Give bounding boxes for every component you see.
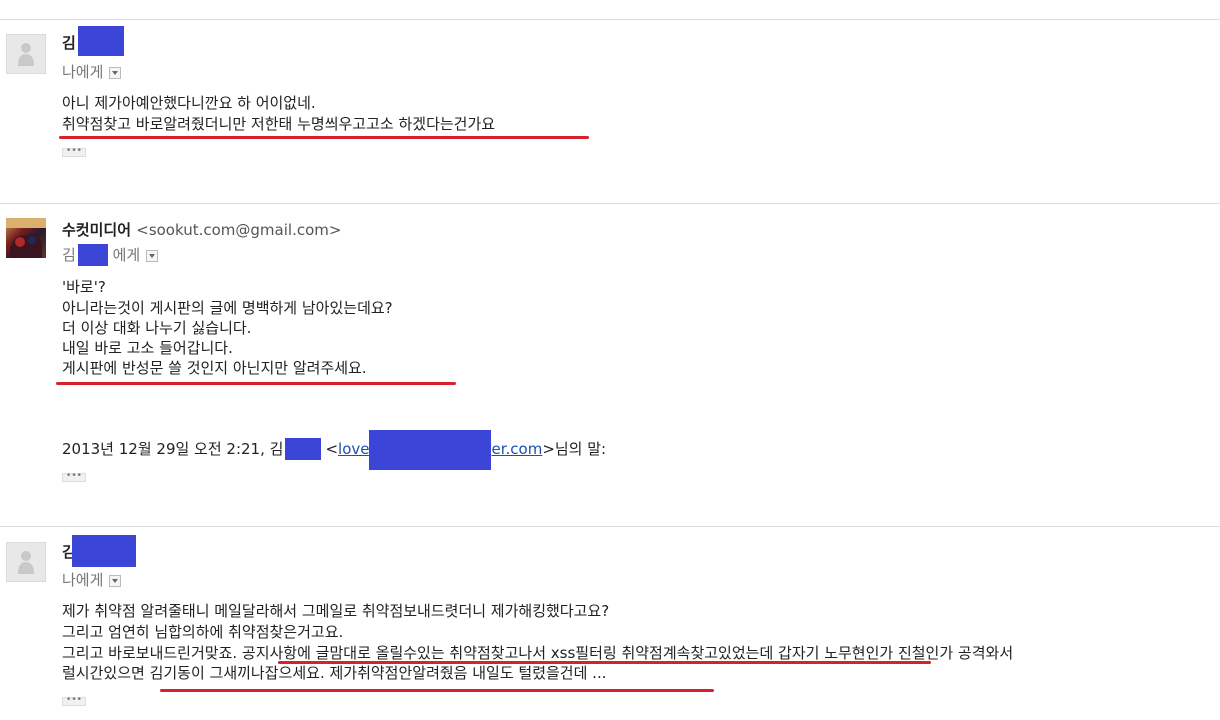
message-body-line: 취약점찾고 바로알려줬더니만 저한태 누명씌우고고소 하겠다는건가요: [62, 115, 496, 133]
red-underline-annotation: [278, 661, 931, 664]
sender-email: <sookut.com@gmail.com>: [136, 221, 342, 239]
avatar-image-icon: [6, 218, 46, 258]
message-body-line: 그리고 바로보내드린거맞죠. 공지사항에 글맘대로 올릴수있는 취약점찾고나서 …: [62, 644, 1014, 662]
message-divider: [0, 203, 1220, 204]
message-body-line: 럴시간있으면 김기동이 그새끼나잡으세요. 제가취약점안알려줬음 내일도 털렸을…: [62, 664, 607, 682]
default-avatar[interactable]: [6, 542, 46, 582]
recipient-text: 나에게: [62, 63, 104, 81]
redaction-box: [77, 26, 124, 56]
message-body-line: 제가 취약점 알려줄태니 메일달라해서 그메일로 취약점보내드렷더니 제가해킹했…: [62, 602, 610, 620]
sender-name[interactable]: 김: [62, 535, 136, 567]
message-body-line: 게시판에 반성문 쓸 것인지 아닌지만 알려주세요.: [62, 359, 367, 377]
details-dropdown-icon[interactable]: [109, 574, 122, 587]
message-body-line: 아니 제가아예안했다니깐요 하 어이없네.: [62, 94, 316, 112]
details-dropdown-icon[interactable]: [109, 66, 122, 79]
show-trimmed-content-button[interactable]: •••: [62, 696, 86, 706]
redaction-box: [285, 438, 322, 460]
person-icon: [18, 551, 34, 574]
default-avatar[interactable]: [6, 34, 46, 74]
red-underline-annotation: [56, 382, 456, 385]
quote-email-link-end[interactable]: er.com: [491, 440, 542, 458]
message-body-line: 그리고 엄연히 님합의하에 취약점찾은거고요.: [62, 623, 344, 641]
redaction-box: [369, 430, 492, 470]
message-body-line: 내일 바로 고소 들어갑니다.: [62, 339, 233, 357]
message-body-line: 아니라는것이 게시판의 글에 명백하게 남아있는데요?: [62, 299, 393, 317]
quote-suffix: >님의 말:: [542, 440, 607, 458]
show-trimmed-content-button[interactable]: •••: [62, 147, 86, 157]
sender-name-text: 수컷미디어: [62, 221, 132, 239]
recipient-line: 나에게: [62, 569, 122, 590]
message-divider: [0, 526, 1220, 527]
person-icon: [18, 43, 34, 66]
quote-attribution: 2013년 12월 29일 오전 2:21, 김 <love er.com>님의 말…: [62, 430, 607, 470]
recipient-line: 나에게: [62, 61, 122, 82]
recipient-text: 김: [62, 246, 76, 264]
sender-name[interactable]: 김: [62, 26, 124, 56]
recipient-line: 김 에게: [62, 244, 159, 266]
message-body-line: '바로'?: [62, 278, 106, 296]
message-divider: [0, 19, 1220, 20]
redaction-box: [71, 535, 136, 567]
sender-name[interactable]: 수컷미디어 <sookut.com@gmail.com>: [62, 219, 341, 240]
quote-bracket: <: [325, 440, 339, 458]
quote-attribution-text: 2013년 12월 29일 오전 2:21, 김: [62, 440, 284, 458]
message-body-line: 더 이상 대화 나누기 싫습니다.: [62, 319, 252, 337]
red-underline-annotation: [59, 136, 589, 139]
red-underline-annotation: [160, 689, 714, 692]
recipient-text: 나에게: [62, 571, 104, 589]
sender-photo-avatar[interactable]: [6, 218, 46, 258]
details-dropdown-icon[interactable]: [146, 249, 159, 262]
recipient-suffix-text: 에게: [112, 246, 141, 264]
redaction-box: [77, 244, 108, 266]
sender-name-text: 김: [62, 34, 76, 52]
quote-email-link[interactable]: love: [338, 440, 369, 458]
show-trimmed-content-button[interactable]: •••: [62, 472, 86, 482]
